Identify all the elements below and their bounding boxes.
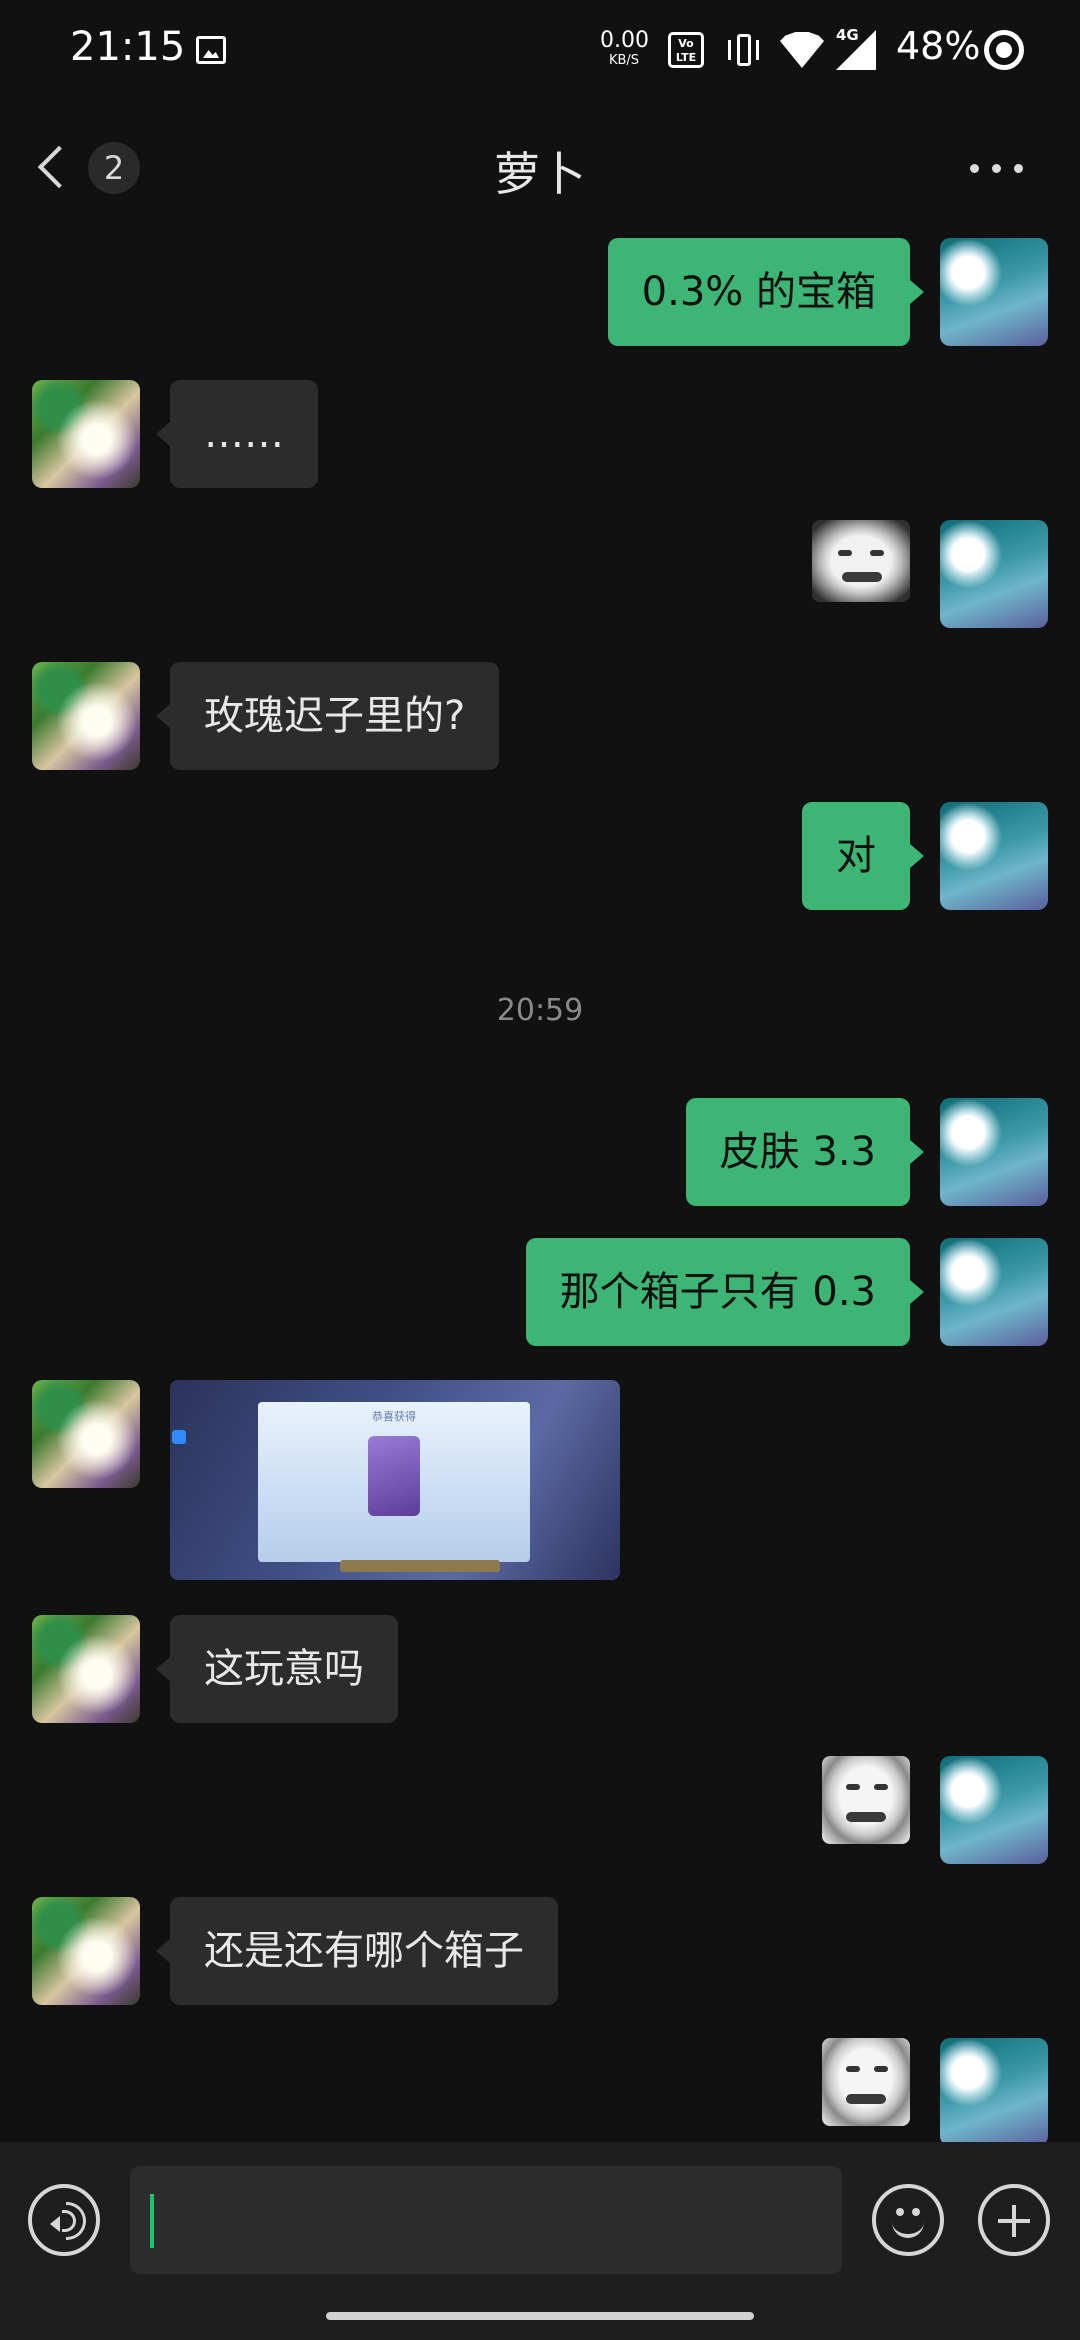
chat-header: 2 萝卜 (0, 118, 1080, 218)
more-actions-plus-button[interactable] (978, 2184, 1050, 2256)
my-avatar[interactable] (940, 1098, 1048, 1206)
my-avatar[interactable] (940, 1756, 1048, 1864)
battery-ring-icon (984, 30, 1024, 70)
contact-message-bubble[interactable]: 玫瑰迟子里的? (155, 662, 500, 770)
voice-input-button[interactable] (28, 2184, 100, 2256)
image-badge-icon (172, 1430, 186, 1444)
battery-level: 48% (896, 24, 981, 68)
image-button-strip (340, 1560, 500, 1572)
contact-avatar[interactable] (32, 1897, 140, 2005)
vibrate-icon (726, 30, 762, 70)
cellular-signal-icon: 4G (836, 26, 876, 70)
my-message-bubble[interactable]: 0.3% 的宝箱 (607, 238, 925, 346)
grinning-face-sticker[interactable] (812, 520, 910, 602)
contact-avatar[interactable] (32, 1380, 140, 1488)
network-type: 4G (836, 26, 859, 44)
text-cursor (150, 2194, 154, 2248)
my-avatar[interactable] (940, 238, 1048, 346)
crying-face-sticker[interactable] (822, 1756, 910, 1844)
gallery-notification-icon (196, 36, 226, 64)
status-bar: 21:15 0.00 KB/S Vo LTE 4G 48% (0, 0, 1080, 100)
my-avatar[interactable] (940, 802, 1048, 910)
network-speed-value: 0.00 (600, 28, 649, 53)
contact-avatar[interactable] (32, 380, 140, 488)
my-avatar[interactable] (940, 1238, 1048, 1346)
image-message[interactable]: 恭喜获得 (170, 1380, 620, 1580)
contact-avatar[interactable] (32, 1615, 140, 1723)
contact-message-bubble[interactable]: …… (156, 380, 318, 488)
image-popup-caption: 恭喜获得 (372, 1410, 416, 1423)
my-avatar[interactable] (940, 520, 1048, 628)
contact-avatar[interactable] (32, 662, 140, 770)
network-speed: 0.00 KB/S (600, 28, 649, 68)
contact-message-bubble[interactable]: 还是还有哪个箱子 (156, 1897, 558, 2005)
image-popup-preview: 恭喜获得 (258, 1402, 530, 1562)
volte-icon: Vo LTE (668, 32, 704, 68)
message-text-input[interactable] (130, 2166, 842, 2274)
my-avatar[interactable] (940, 2038, 1048, 2146)
skin-card-image (368, 1436, 420, 1516)
status-time: 21:15 (70, 24, 186, 70)
my-message-bubble[interactable]: 那个箱子只有 0.3 (525, 1238, 925, 1346)
crying-face-sticker[interactable] (822, 2038, 910, 2126)
chat-title: 萝卜 (494, 147, 586, 201)
more-options-button[interactable] (970, 158, 1026, 178)
emoji-button[interactable] (872, 2184, 944, 2256)
network-speed-unit: KB/S (608, 53, 640, 68)
my-message-bubble[interactable]: 皮肤 3.3 (685, 1098, 925, 1206)
my-message-bubble[interactable]: 对 (802, 802, 924, 910)
message-timestamp: 20:59 (496, 993, 584, 1028)
home-indicator[interactable] (326, 2312, 754, 2320)
chat-input-bar (0, 2142, 1080, 2340)
contact-message-bubble[interactable]: 这玩意吗 (156, 1615, 398, 1723)
wifi-icon (780, 32, 824, 68)
